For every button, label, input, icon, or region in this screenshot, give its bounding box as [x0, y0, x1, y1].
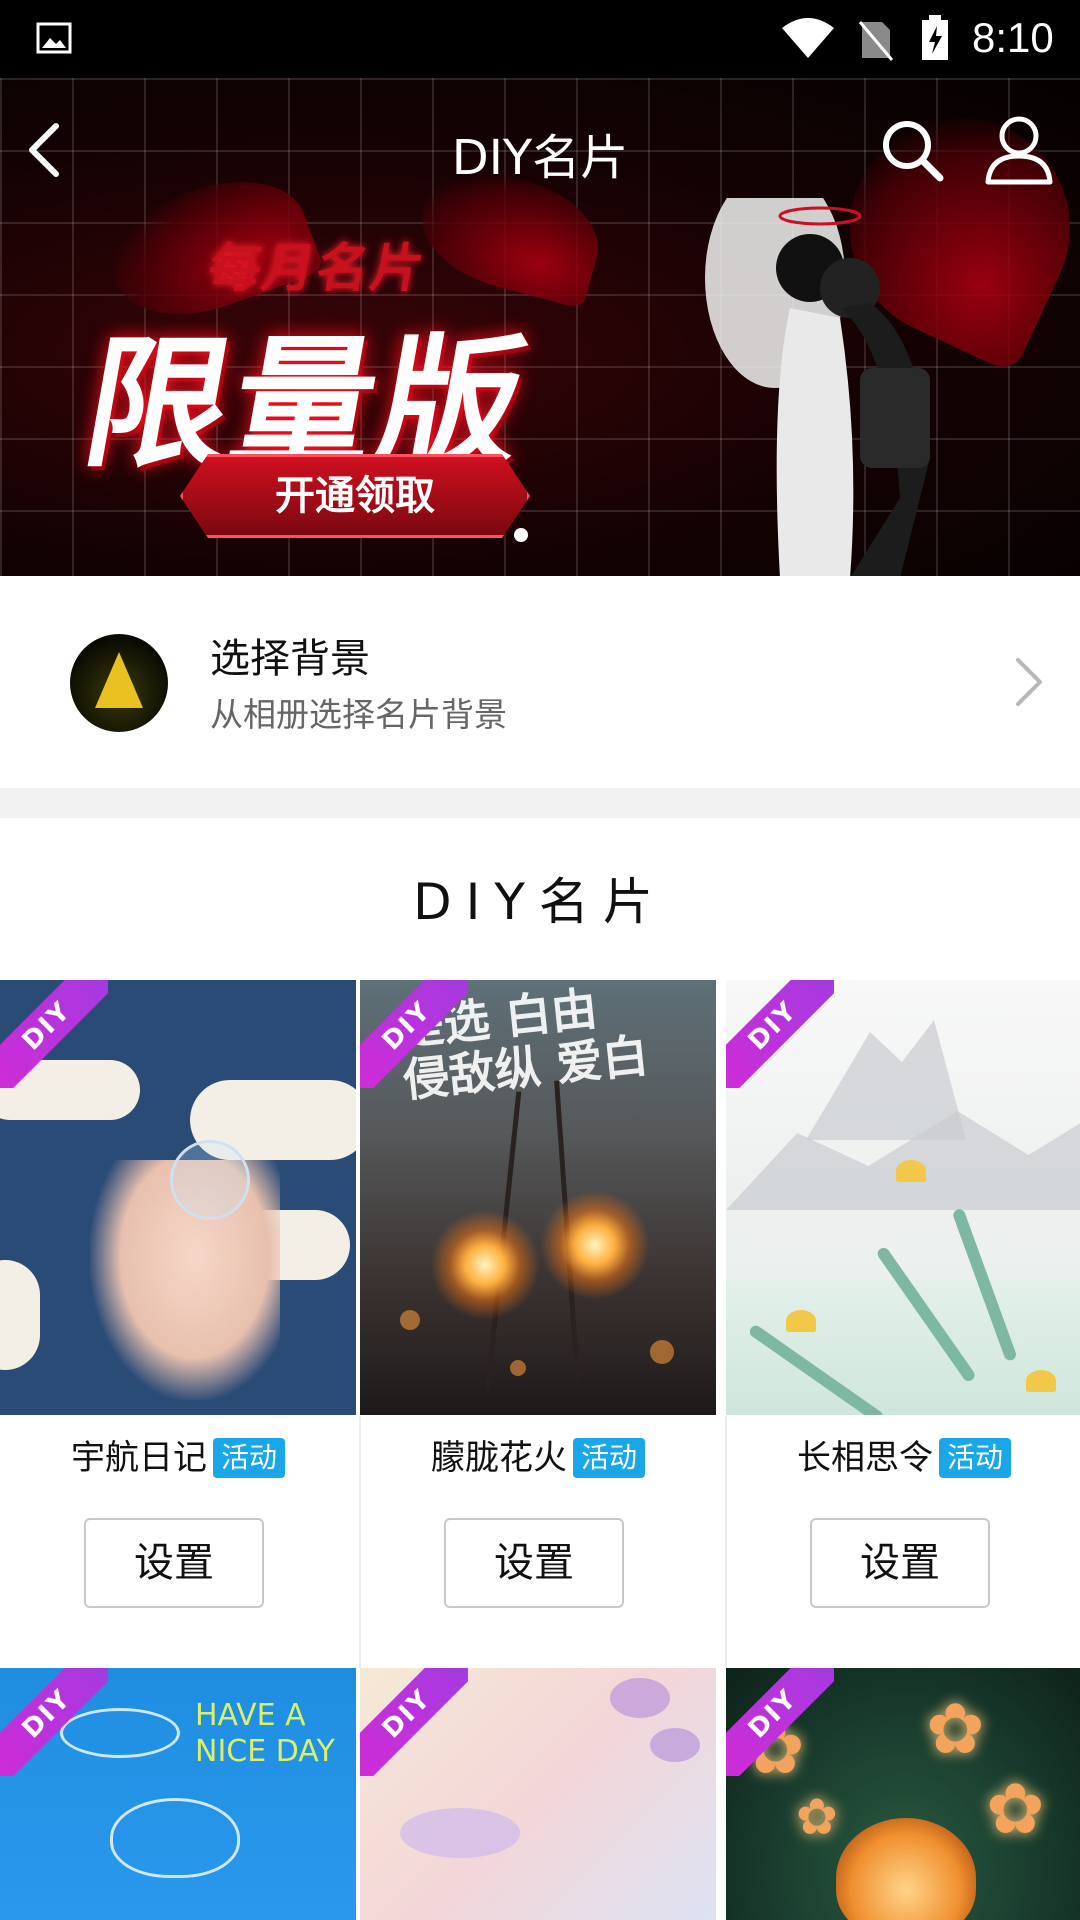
- petal-shape: [400, 1808, 520, 1858]
- card-eternal-longing[interactable]: DIY 长相思令 活动 设置: [726, 980, 1080, 1668]
- background-thumbnail: [70, 634, 168, 732]
- user-profile-icon[interactable]: [984, 114, 1054, 186]
- diy-ribbon-label: DIY: [360, 1668, 468, 1776]
- diy-ribbon-label: DIY: [360, 980, 468, 1088]
- no-sim-icon: [858, 21, 894, 61]
- banner-page-indicator: [514, 528, 528, 542]
- card-name: 朦胧花火: [430, 1438, 567, 1478]
- yellow-flower: [896, 1160, 926, 1182]
- card-thumbnail-row2-2[interactable]: DIY: [360, 1668, 716, 1920]
- diy-ribbon-label: DIY: [726, 980, 834, 1088]
- petal-shape: [650, 1728, 700, 1762]
- card-name-row: 朦胧花火 活动: [360, 1426, 716, 1490]
- cat-doodle: [110, 1798, 240, 1878]
- choose-background-row[interactable]: 选择背景 从相册选择名片背景: [0, 576, 1080, 788]
- gallery-icon: [36, 22, 72, 54]
- card-name: 长相思令: [796, 1438, 933, 1478]
- grid-divider: [359, 1416, 361, 1668]
- banner-cta-button[interactable]: 开通领取: [180, 454, 530, 538]
- card-thumbnail-row2-1[interactable]: HAVE A NICE DAY DIY: [0, 1668, 356, 1920]
- status-time: 8:10: [972, 14, 1054, 61]
- set-button[interactable]: 设置: [810, 1518, 990, 1608]
- flower-star-shape: ✿: [986, 1768, 1045, 1850]
- wifi-icon: [782, 18, 834, 58]
- fox-illustration: [836, 1818, 976, 1920]
- diy-ribbon-label: DIY: [726, 1668, 834, 1776]
- banner-couple-illustration: [705, 198, 930, 576]
- diy-ribbon: DIY: [0, 1668, 108, 1776]
- bokeh-light: [650, 1340, 674, 1364]
- petal-shape: [610, 1678, 670, 1718]
- search-icon[interactable]: [880, 118, 944, 182]
- diy-ribbon: DIY: [360, 980, 468, 1088]
- diy-ribbon: DIY: [360, 1668, 468, 1776]
- flower-star-shape: ✿: [796, 1788, 838, 1846]
- bokeh-light: [400, 1310, 420, 1330]
- card-space-diary[interactable]: DIY 宇航日记 活动 设置: [0, 980, 356, 1668]
- chevron-right-icon: [1016, 658, 1042, 706]
- yellow-flower: [1026, 1370, 1056, 1392]
- diy-ribbon: DIY: [726, 980, 834, 1088]
- helmet-shape: [170, 1140, 250, 1220]
- section-divider: [0, 788, 1080, 818]
- set-button[interactable]: 设置: [84, 1518, 264, 1608]
- card-name: 宇航日记: [70, 1438, 207, 1478]
- flower-star-shape: ✿: [926, 1688, 985, 1770]
- cloud-shape: [0, 1260, 40, 1370]
- diy-ribbon: DIY: [726, 1668, 834, 1776]
- card-thumbnail-row2-3[interactable]: ✿ ✿ ✿ ✿ DIY: [726, 1668, 1080, 1920]
- choose-background-subtitle: 从相册选择名片背景: [210, 695, 507, 734]
- sparkler-burst: [540, 1190, 650, 1300]
- event-badge: 活动: [572, 1438, 645, 1478]
- grid-divider: [725, 1416, 727, 1668]
- choose-background-title: 选择背景: [210, 636, 370, 682]
- event-badge: 活动: [212, 1438, 285, 1478]
- tent-icon: [95, 652, 143, 708]
- set-button[interactable]: 设置: [444, 1518, 624, 1608]
- diy-ribbon-label: DIY: [0, 1668, 108, 1776]
- diy-ribbon: DIY: [0, 980, 108, 1088]
- battery-charging-icon: [922, 15, 948, 60]
- yellow-flower: [786, 1310, 816, 1332]
- event-badge: 活动: [938, 1438, 1011, 1478]
- bokeh-light: [510, 1360, 526, 1376]
- doodle-text: HAVE A NICE DAY: [195, 1698, 335, 1769]
- card-name-row: 宇航日记 活动: [0, 1426, 356, 1490]
- status-bar: 8:10: [0, 0, 1080, 78]
- sparkler-burst: [430, 1210, 540, 1320]
- card-name-row: 长相思令 活动: [726, 1426, 1080, 1490]
- card-hazy-fireworks[interactable]: 是选 白由 侵敌纵 爱白 DIY 朦胧花火 活动 设置: [360, 980, 716, 1668]
- diy-ribbon-label: DIY: [0, 980, 108, 1088]
- section-title: DIY名片: [413, 873, 667, 931]
